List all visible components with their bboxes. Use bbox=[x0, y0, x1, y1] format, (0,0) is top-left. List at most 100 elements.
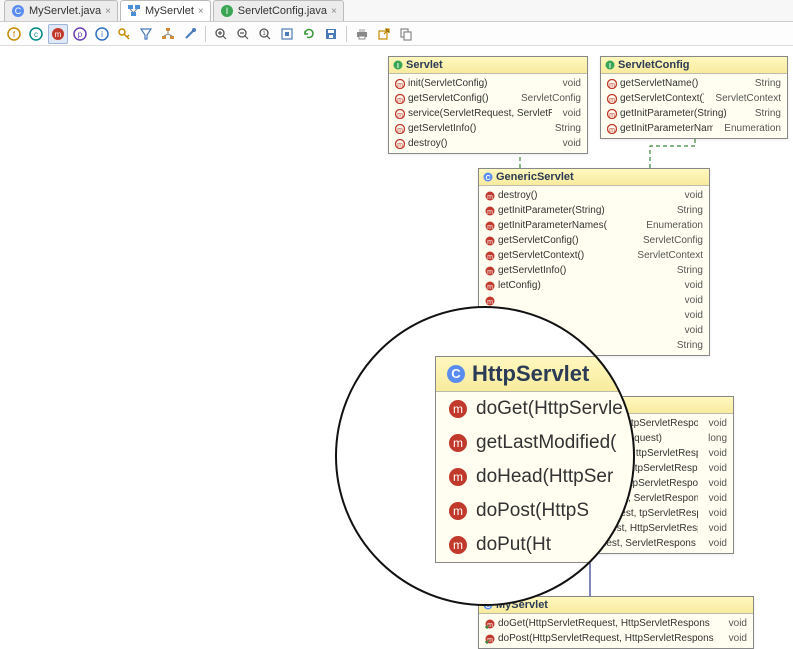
method-icon: m bbox=[485, 281, 495, 291]
copy-button[interactable] bbox=[396, 24, 416, 44]
method-signature: service(ServletRequest, ServletRespons bbox=[408, 107, 552, 120]
method-row[interactable]: m void bbox=[481, 293, 707, 308]
method-row[interactable]: mdestroy()void bbox=[391, 136, 585, 151]
method-row[interactable]: mdoGet(HttpServletRequest, HttpServletRe… bbox=[481, 616, 751, 631]
refresh-button[interactable] bbox=[299, 24, 319, 44]
close-icon[interactable]: × bbox=[198, 6, 204, 17]
method-signature: getServletName() bbox=[620, 77, 744, 90]
method-row[interactable]: mgetServletInfo()String bbox=[391, 121, 585, 136]
method-row[interactable]: m letConfig) void bbox=[481, 278, 707, 293]
method-signature: letConfig) bbox=[498, 279, 674, 292]
method-signature: getServletInfo() bbox=[408, 122, 544, 135]
method-row[interactable]: mgetInitParameter(String)String bbox=[603, 106, 785, 121]
show-constructors-button[interactable]: c bbox=[26, 24, 46, 44]
show-methods-button[interactable]: m bbox=[48, 24, 68, 44]
class-icon: C bbox=[483, 172, 493, 182]
tab-servletconfig-java[interactable]: I ServletConfig.java × bbox=[213, 0, 344, 21]
funnel-icon bbox=[139, 27, 153, 41]
method-row[interactable]: mgetServletConfig()ServletConfig bbox=[481, 233, 707, 248]
class-box-myservlet[interactable]: C MyServlet mdoGet(HttpServletRequest, H… bbox=[478, 596, 754, 649]
save-button[interactable] bbox=[321, 24, 341, 44]
layout-button[interactable] bbox=[158, 24, 178, 44]
toolbar-separator bbox=[205, 26, 206, 42]
method-return: void bbox=[709, 462, 727, 475]
zoom-actual-button[interactable]: 1 bbox=[255, 24, 275, 44]
show-properties-button[interactable]: p bbox=[70, 24, 90, 44]
method-row[interactable]: mgetServletConfig()ServletConfig bbox=[391, 91, 585, 106]
svg-text:m: m bbox=[397, 127, 403, 134]
circle-i-icon: i bbox=[95, 27, 109, 41]
method-row[interactable]: mdestroy()void bbox=[481, 188, 707, 203]
method-row[interactable]: mgetServletContext()ServletContext bbox=[603, 91, 785, 106]
method-icon: m bbox=[485, 634, 495, 644]
show-fields-button[interactable]: f bbox=[4, 24, 24, 44]
svg-text:m: m bbox=[487, 269, 493, 276]
save-icon bbox=[324, 27, 338, 41]
svg-text:m: m bbox=[487, 284, 493, 291]
zoom-in-button[interactable] bbox=[211, 24, 231, 44]
method-row[interactable]: mgetInitParameterNames(Enumeration bbox=[603, 121, 785, 136]
method-row[interactable]: mgetServletInfo()String bbox=[481, 263, 707, 278]
change-scope-button[interactable] bbox=[114, 24, 134, 44]
key-icon bbox=[117, 27, 131, 41]
method-row[interactable]: mgetServletContext()ServletContext bbox=[481, 248, 707, 263]
method-return: void bbox=[729, 632, 747, 645]
zoom-in-icon bbox=[214, 27, 228, 41]
apply-layout-button[interactable] bbox=[180, 24, 200, 44]
show-inner-button[interactable]: i bbox=[92, 24, 112, 44]
method-row[interactable]: mgetInitParameter(String)String bbox=[481, 203, 707, 218]
method-return: void bbox=[709, 492, 727, 505]
svg-text:I: I bbox=[609, 63, 611, 70]
method-row[interactable]: mgetServletName()String bbox=[603, 76, 785, 91]
class-header: C GenericServlet bbox=[479, 169, 709, 186]
zoom-out-button[interactable] bbox=[233, 24, 253, 44]
svg-text:m: m bbox=[397, 82, 403, 89]
method-signature: getInitParameterNames( bbox=[498, 219, 635, 232]
svg-text:p: p bbox=[78, 30, 83, 39]
close-icon[interactable]: × bbox=[331, 6, 337, 17]
method-return: void bbox=[709, 537, 727, 550]
method-signature: getServletConfig() bbox=[498, 234, 632, 247]
method-return: void bbox=[709, 522, 727, 535]
class-box-servletconfig[interactable]: I ServletConfig mgetServletName()Stringm… bbox=[600, 56, 788, 139]
tab-label: ServletConfig.java bbox=[238, 5, 327, 17]
print-icon bbox=[355, 27, 369, 41]
tree-icon bbox=[161, 27, 175, 41]
method-return: void bbox=[685, 279, 703, 292]
method-icon: m bbox=[485, 266, 495, 276]
fit-content-button[interactable] bbox=[277, 24, 297, 44]
filter-button[interactable] bbox=[136, 24, 156, 44]
copy-icon bbox=[399, 27, 413, 41]
method-return: ServletContext bbox=[637, 249, 703, 262]
circle-m-icon: m bbox=[51, 27, 65, 41]
close-icon[interactable]: × bbox=[105, 6, 111, 17]
method-return: void bbox=[685, 189, 703, 202]
tab-myservlet-diagram[interactable]: MyServlet × bbox=[120, 0, 211, 21]
diagram-canvas[interactable]: I Servlet minit(ServletConfig)voidmgetSe… bbox=[0, 46, 793, 645]
interface-icon: I bbox=[605, 60, 615, 70]
tab-label: MyServlet.java bbox=[29, 5, 101, 17]
export-button[interactable] bbox=[374, 24, 394, 44]
svg-text:m: m bbox=[609, 112, 615, 119]
method-row[interactable]: minit(ServletConfig)void bbox=[391, 76, 585, 91]
circle-p-icon: p bbox=[73, 27, 87, 41]
method-return: void bbox=[563, 137, 581, 150]
print-button[interactable] bbox=[352, 24, 372, 44]
method-row[interactable]: mdoPost(HttpServletRequest, HttpServletR… bbox=[481, 631, 751, 646]
class-box-servlet[interactable]: I Servlet minit(ServletConfig)voidmgetSe… bbox=[388, 56, 588, 154]
svg-text:m: m bbox=[397, 112, 403, 119]
method-row[interactable]: mservice(ServletRequest, ServletResponsv… bbox=[391, 106, 585, 121]
toolbar-separator bbox=[346, 26, 347, 42]
method-icon: m bbox=[607, 79, 617, 89]
method-return: String bbox=[755, 107, 781, 120]
svg-text:I: I bbox=[397, 63, 399, 70]
method-return: Enumeration bbox=[646, 219, 703, 232]
method-return: String bbox=[677, 339, 703, 352]
svg-text:m: m bbox=[487, 299, 493, 306]
method-icon: m bbox=[485, 236, 495, 246]
tab-myservlet-java[interactable]: C MyServlet.java × bbox=[4, 0, 118, 21]
svg-text:m: m bbox=[397, 142, 403, 149]
method-return: void bbox=[685, 294, 703, 307]
svg-text:m: m bbox=[487, 239, 493, 246]
method-row[interactable]: mgetInitParameterNames(Enumeration bbox=[481, 218, 707, 233]
